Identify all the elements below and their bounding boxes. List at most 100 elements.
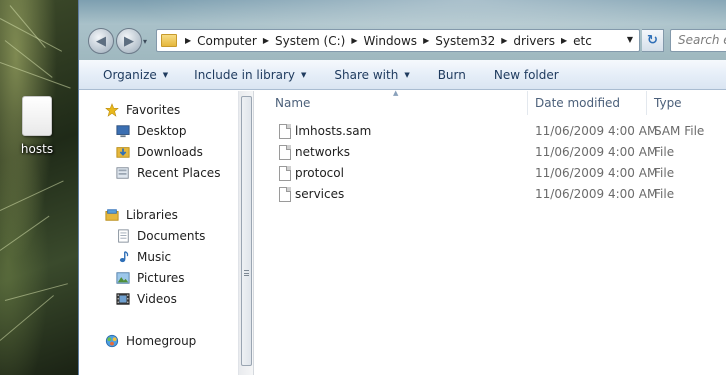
column-header-type[interactable]: Type xyxy=(654,96,682,110)
nav-item-pictures[interactable]: Pictures xyxy=(115,271,185,285)
breadcrumb-windows[interactable]: Windows xyxy=(363,34,417,48)
homegroup-icon xyxy=(105,334,119,348)
forward-button[interactable]: ▶ xyxy=(116,28,142,54)
new-folder-button[interactable]: New folder xyxy=(494,68,559,82)
file-name: networks xyxy=(295,145,350,159)
address-bar[interactable]: ▶ Computer ▶ System (C:) ▶ Windows ▶ Sys… xyxy=(156,29,640,52)
include-in-library-label: Include in library xyxy=(194,67,296,82)
burn-label: Burn xyxy=(437,67,466,82)
refresh-button[interactable]: ↻ xyxy=(642,29,664,52)
file-date-modified: 11/06/2009 4:00 AM xyxy=(535,166,658,180)
file-icon xyxy=(279,124,291,139)
file-date-modified: 11/06/2009 4:00 AM xyxy=(535,145,658,159)
file-type: File xyxy=(654,187,675,201)
recent-places-icon xyxy=(116,167,129,179)
nav-item-label: Homegroup xyxy=(126,334,197,348)
nav-item-label: Videos xyxy=(137,292,177,306)
chevron-down-icon: ▼ xyxy=(404,70,410,79)
file-type: File xyxy=(654,145,675,159)
new-folder-label: New folder xyxy=(493,67,559,82)
breadcrumb-arrow-icon[interactable]: ▶ xyxy=(501,36,507,45)
file-name: protocol xyxy=(295,166,344,180)
desktop-file-label: hosts xyxy=(20,142,54,156)
nav-item-recent-places[interactable]: Recent Places xyxy=(115,166,220,180)
sort-ascending-icon: ▲ xyxy=(393,89,399,97)
navigation-bar: ◀ ▶ ▾ ▶ Computer ▶ System (C:) ▶ Windows… xyxy=(79,0,726,60)
file-list: ▲ Name Date modified Type lmhosts.sam 11… xyxy=(255,89,726,375)
organize-label: Organize xyxy=(103,67,157,82)
include-in-library-button[interactable]: Include in library ▼ xyxy=(194,68,306,82)
file-row[interactable]: protocol 11/06/2009 4:00 AM File xyxy=(255,165,726,186)
breadcrumb-arrow-icon[interactable]: ▶ xyxy=(351,36,357,45)
file-icon xyxy=(279,166,291,181)
back-button[interactable]: ◀ xyxy=(88,28,114,54)
chevron-down-icon: ▼ xyxy=(301,70,307,79)
desktop-background: hosts xyxy=(0,0,80,375)
column-header-name[interactable]: Name xyxy=(275,96,310,110)
breadcrumb-arrow-icon[interactable]: ▶ xyxy=(263,36,269,45)
file-icon xyxy=(279,187,291,202)
nav-item-label: Recent Places xyxy=(137,166,221,180)
folder-icon xyxy=(161,34,177,47)
desktop-file-hosts[interactable]: hosts xyxy=(14,96,60,156)
nav-item-music[interactable]: Music xyxy=(115,250,171,264)
nav-item-label: Libraries xyxy=(126,208,178,222)
nav-item-label: Desktop xyxy=(137,124,187,138)
scrollbar-grip-icon xyxy=(244,270,249,276)
breadcrumb-computer[interactable]: Computer xyxy=(197,34,257,48)
nav-item-documents[interactable]: Documents xyxy=(115,229,205,243)
file-type: File xyxy=(654,166,675,180)
chevron-down-icon[interactable]: ▼ xyxy=(627,35,633,44)
star-icon xyxy=(105,103,119,117)
search-input[interactable]: Search etc xyxy=(670,29,726,52)
organize-button[interactable]: Organize ▼ xyxy=(103,68,168,82)
nav-item-label: Music xyxy=(137,250,172,264)
file-icon xyxy=(22,96,52,136)
file-row[interactable]: lmhosts.sam 11/06/2009 4:00 AM SAM File xyxy=(255,123,726,144)
videos-icon xyxy=(116,293,130,305)
breadcrumb-arrow-icon[interactable]: ▶ xyxy=(561,36,567,45)
file-date-modified: 11/06/2009 4:00 AM xyxy=(535,124,658,138)
navigation-pane-scrollbar[interactable] xyxy=(238,91,254,375)
breadcrumb-arrow-icon[interactable]: ▶ xyxy=(185,36,191,45)
breadcrumb-etc[interactable]: etc xyxy=(573,34,592,48)
nav-item-desktop[interactable]: Desktop xyxy=(115,124,187,138)
breadcrumb-arrow-icon[interactable]: ▶ xyxy=(423,36,429,45)
nav-item-label: Pictures xyxy=(137,271,185,285)
scrollbar-thumb[interactable] xyxy=(241,96,252,366)
share-with-label: Share with xyxy=(334,67,399,82)
file-name: services xyxy=(295,187,345,201)
recent-pages-button[interactable]: ▾ xyxy=(143,37,147,46)
libraries-icon xyxy=(105,209,119,221)
documents-icon xyxy=(118,229,129,243)
breadcrumb-system-c[interactable]: System (C:) xyxy=(275,34,345,48)
nav-item-label: Downloads xyxy=(137,145,203,159)
share-with-button[interactable]: Share with ▼ xyxy=(334,68,409,82)
explorer-window: ◀ ▶ ▾ ▶ Computer ▶ System (C:) ▶ Windows… xyxy=(78,0,726,375)
column-divider[interactable] xyxy=(527,91,528,115)
file-date-modified: 11/06/2009 4:00 AM xyxy=(535,187,658,201)
file-row[interactable]: services 11/06/2009 4:00 AM File xyxy=(255,186,726,207)
nav-item-label: Documents xyxy=(137,229,206,243)
column-headers: ▲ Name Date modified Type xyxy=(255,89,726,115)
file-icon xyxy=(279,145,291,160)
nav-item-videos[interactable]: Videos xyxy=(115,292,177,306)
nav-item-libraries[interactable]: Libraries xyxy=(104,208,178,222)
command-toolbar: Organize ▼ Include in library ▼ Share wi… xyxy=(79,60,726,90)
file-row[interactable]: networks 11/06/2009 4:00 AM File xyxy=(255,144,726,165)
column-divider[interactable] xyxy=(646,91,647,115)
downloads-folder-icon xyxy=(116,147,130,158)
navigation-pane: Favorites Desktop Downloads Recent Place… xyxy=(79,91,238,375)
file-type: SAM File xyxy=(654,124,705,138)
breadcrumb-drivers[interactable]: drivers xyxy=(513,34,555,48)
file-name: lmhosts.sam xyxy=(295,124,372,138)
nav-item-favorites[interactable]: Favorites xyxy=(104,103,180,117)
nav-item-label: Favorites xyxy=(126,103,181,117)
pictures-icon xyxy=(116,272,130,284)
desktop-icon xyxy=(116,125,130,138)
breadcrumb-system32[interactable]: System32 xyxy=(435,34,495,48)
nav-item-downloads[interactable]: Downloads xyxy=(115,145,203,159)
column-header-date-modified[interactable]: Date modified xyxy=(535,96,620,110)
nav-item-homegroup[interactable]: Homegroup xyxy=(104,334,196,348)
burn-button[interactable]: Burn xyxy=(438,68,466,82)
